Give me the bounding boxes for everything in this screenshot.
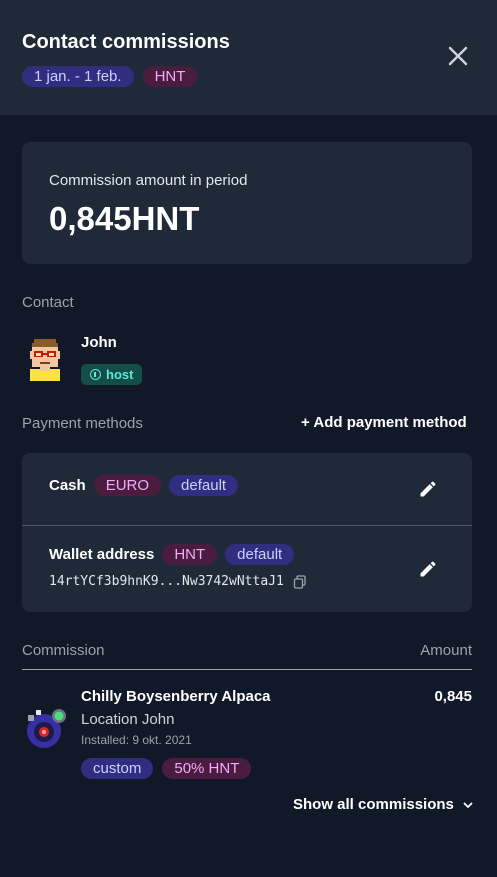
- copy-icon[interactable]: [293, 574, 307, 589]
- close-icon[interactable]: [446, 44, 470, 68]
- contact-section-label: Contact: [22, 294, 74, 311]
- show-all-label[interactable]: Show all commissions: [293, 796, 454, 813]
- default-badge: default: [169, 475, 239, 496]
- modal-header: Contact commissions 1 jan. - 1 feb. HNT: [0, 0, 497, 115]
- edit-cash-button[interactable]: [418, 479, 438, 499]
- payment-methods-label: Payment methods: [22, 415, 143, 432]
- amount-column-header: Amount: [420, 642, 472, 659]
- payment-method-header: Wallet address HNT default: [49, 544, 295, 565]
- edit-wallet-button[interactable]: [418, 559, 438, 579]
- payment-method-header: Cash EURO default: [49, 475, 239, 496]
- commission-column-header: Commission: [22, 642, 105, 659]
- commission-hotspot-name[interactable]: Chilly Boysenberry Alpaca: [81, 688, 271, 705]
- add-payment-method-button[interactable]: + Add payment method: [301, 414, 467, 431]
- custom-badge: custom: [81, 758, 154, 779]
- dollar-circle-icon: [90, 369, 101, 380]
- payment-method-cash: Cash EURO default: [22, 453, 472, 525]
- commission-location: Location John: [81, 711, 175, 728]
- host-badge: host: [81, 364, 143, 385]
- payment-method-name: Cash: [49, 477, 86, 494]
- period-badge: 1 jan. - 1 feb.: [22, 66, 134, 87]
- payment-method-wallet: Wallet address HNT default 14rtYCf3b9hnK…: [22, 526, 472, 612]
- payment-methods-card: Cash EURO default Wallet address HNT def…: [22, 453, 472, 612]
- header-badges: 1 jan. - 1 feb. HNT: [22, 66, 198, 87]
- wallet-address-value: 14rtYCf3b9hnK9...Nw3742wNttaJ1: [49, 574, 284, 589]
- commission-amount-label: Commission amount in period: [49, 172, 248, 189]
- payment-method-name: Wallet address: [49, 546, 155, 563]
- commission-amount-value: 0,845HNT: [49, 200, 200, 237]
- contact-avatar: [30, 339, 60, 381]
- chevron-down-icon[interactable]: [462, 799, 474, 811]
- default-badge: default: [225, 544, 295, 565]
- payment-currency-badge: EURO: [93, 475, 162, 496]
- currency-badge: HNT: [142, 66, 198, 87]
- commission-amount: 0,845: [434, 688, 472, 705]
- contact-name: John: [81, 334, 117, 351]
- close-button[interactable]: [446, 44, 470, 68]
- pencil-icon: [420, 561, 436, 577]
- pencil-icon: [420, 481, 436, 497]
- hotspot-avatar: [27, 709, 66, 748]
- commission-badges: custom 50% HNT: [81, 758, 252, 779]
- payment-currency-badge: HNT: [162, 544, 218, 565]
- host-badge-label: host: [106, 367, 134, 382]
- commission-table-header: Commission Amount: [22, 642, 472, 670]
- share-badge: 50% HNT: [162, 758, 252, 779]
- wallet-address: 14rtYCf3b9hnK9...Nw3742wNttaJ1: [49, 574, 307, 589]
- modal-title: Contact commissions: [22, 31, 230, 53]
- show-all-commissions-button[interactable]: Show all commissions: [293, 796, 474, 813]
- commission-installed-date: Installed: 9 okt. 2021: [81, 733, 192, 747]
- commission-amount-card: Commission amount in period 0,845HNT: [22, 142, 472, 264]
